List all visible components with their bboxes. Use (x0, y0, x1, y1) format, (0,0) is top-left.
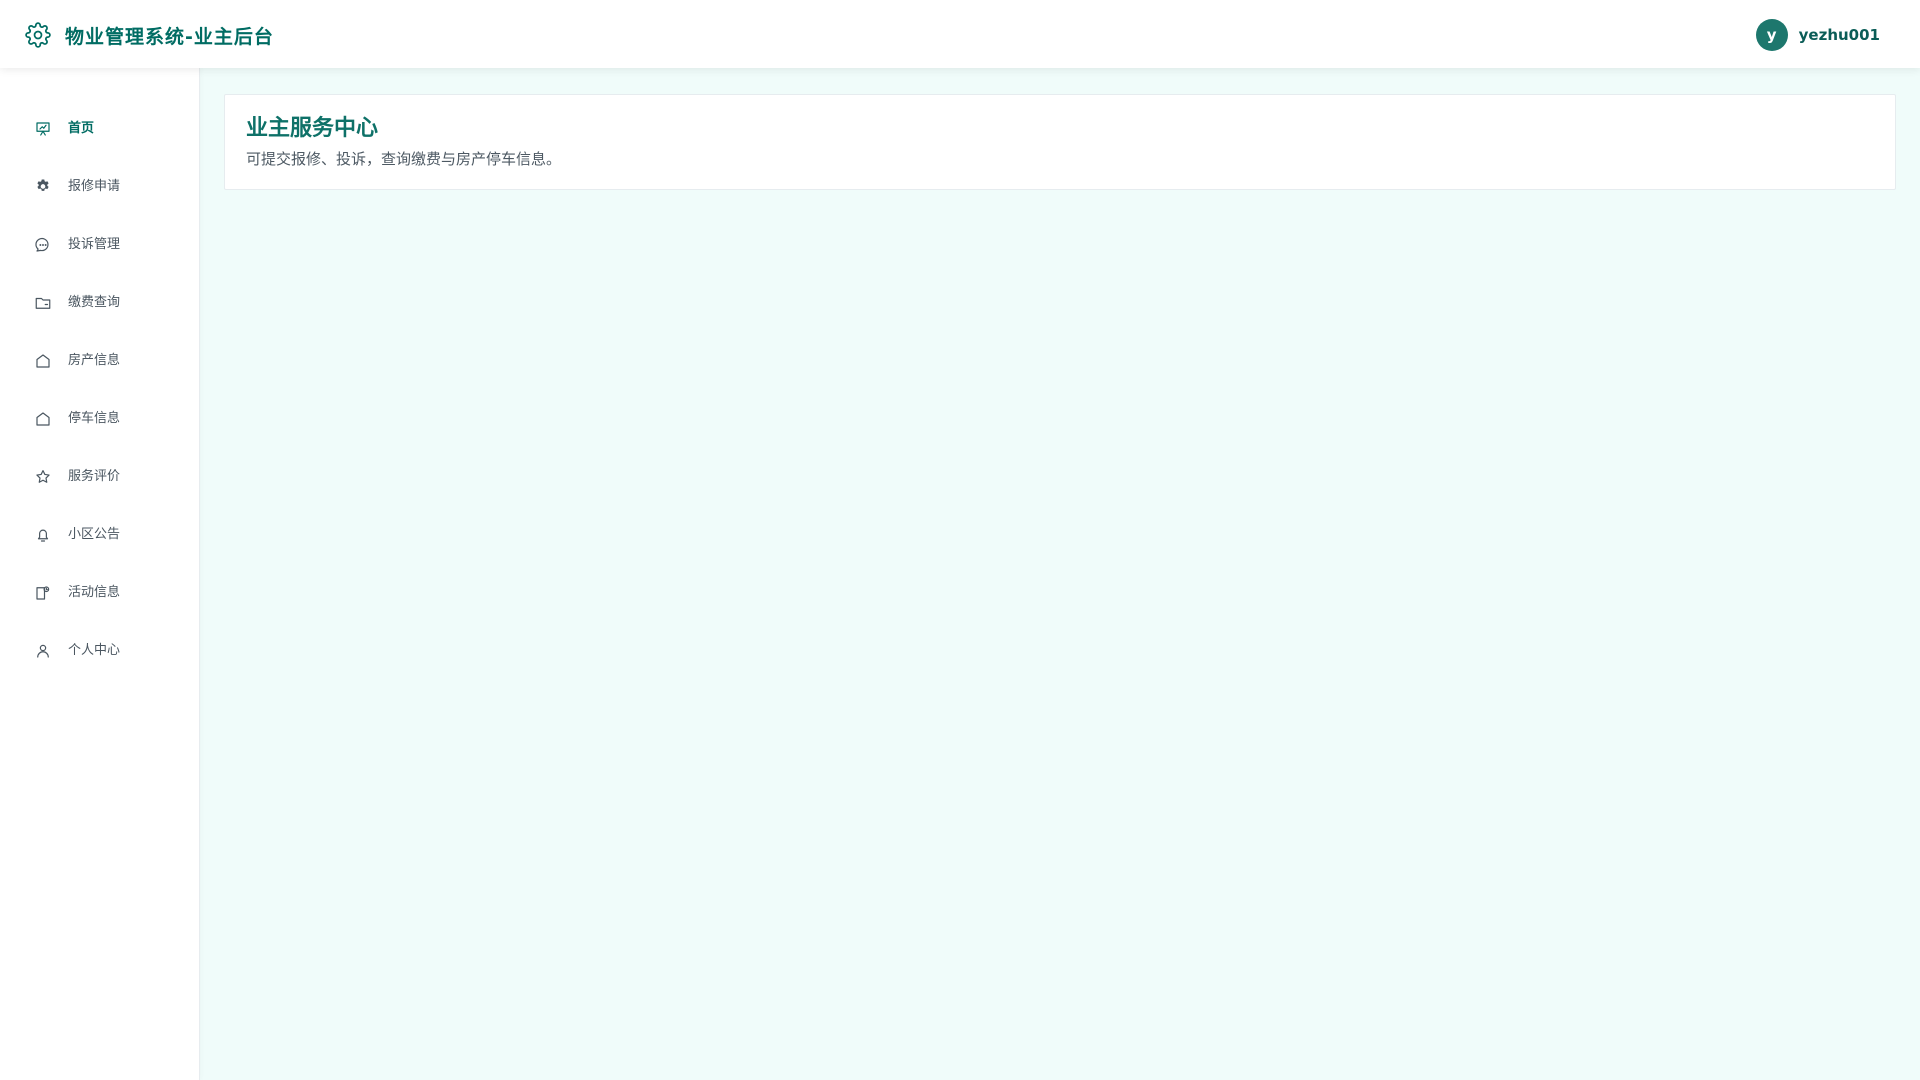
owner-service-card: 业主服务中心 可提交报修、投诉，查询缴费与房产停车信息。 (224, 94, 1896, 190)
sidebar: 首页 报修申请 投诉管理 缴费查询 房产信息 停车信息 服务评价 小区公告 活动… (0, 68, 200, 1080)
sidebar-item-label: 小区公告 (68, 527, 121, 542)
sidebar-item-property[interactable]: 房产信息 (0, 332, 199, 390)
gear-icon (34, 178, 52, 196)
star-icon (34, 468, 52, 486)
sidebar-item-label: 缴费查询 (68, 295, 121, 310)
sidebar-item-notice[interactable]: 小区公告 (0, 506, 199, 564)
sidebar-item-label: 活动信息 (68, 585, 121, 600)
house-icon (34, 352, 52, 370)
sidebar-item-label: 服务评价 (68, 469, 121, 484)
sidebar-menu: 首页 报修申请 投诉管理 缴费查询 房产信息 停车信息 服务评价 小区公告 活动… (0, 100, 199, 680)
bell-icon (34, 526, 52, 544)
sidebar-item-repair[interactable]: 报修申请 (0, 158, 199, 216)
sidebar-item-label: 房产信息 (68, 353, 121, 368)
sidebar-item-label: 投诉管理 (68, 237, 121, 252)
house-icon (34, 410, 52, 428)
folder-icon (34, 294, 52, 312)
sidebar-item-label: 个人中心 (68, 643, 121, 658)
sidebar-item-activity[interactable]: 活动信息 (0, 564, 199, 622)
sidebar-item-complaint[interactable]: 投诉管理 (0, 216, 199, 274)
user-menu[interactable]: y yezhu001 (1755, 18, 1880, 51)
app-title: 物业管理系统-业主后台 (65, 25, 274, 48)
calendar-icon (34, 584, 52, 602)
top-header: 物业管理系统-业主后台 y yezhu001 (0, 0, 1920, 68)
chat-bubble-icon (34, 236, 52, 254)
username-label[interactable]: yezhu001 (1799, 26, 1880, 44)
avatar[interactable]: y (1755, 18, 1788, 51)
sidebar-item-review[interactable]: 服务评价 (0, 448, 199, 506)
page-title: 业主服务中心 (246, 116, 379, 141)
sidebar-item-profile[interactable]: 个人中心 (0, 622, 199, 680)
sidebar-item-label: 停车信息 (68, 411, 121, 426)
gear-icon (25, 22, 51, 48)
user-icon (34, 642, 52, 660)
sidebar-item-label: 报修申请 (68, 179, 121, 194)
app-shell: 物业管理系统-业主后台 y yezhu001 首页 报修申请 投诉管理 缴费查询… (0, 0, 1920, 1080)
sidebar-item-home[interactable]: 首页 (0, 100, 199, 158)
page-description: 可提交报修、投诉，查询缴费与房产停车信息。 (246, 150, 562, 168)
brand: 物业管理系统-业主后台 (25, 21, 274, 49)
dashboard-icon (34, 120, 52, 138)
sidebar-item-parking[interactable]: 停车信息 (0, 390, 199, 448)
sidebar-item-payment[interactable]: 缴费查询 (0, 274, 199, 332)
sidebar-item-label: 首页 (68, 121, 95, 136)
